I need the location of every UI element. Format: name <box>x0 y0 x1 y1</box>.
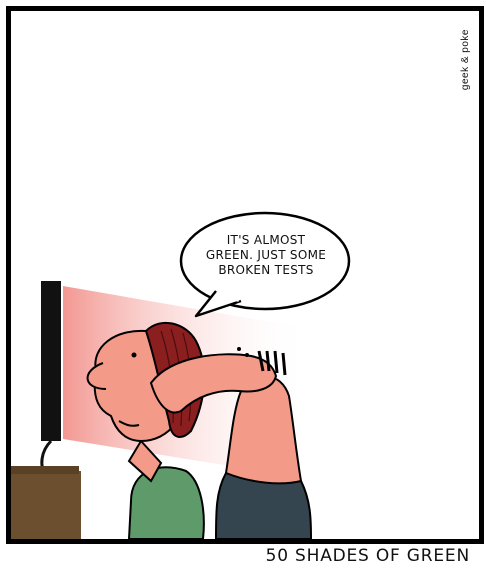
person-shirt <box>127 466 205 539</box>
comic-panel: geek & poke IT'S ALMOST GREEN. JUST SOME… <box>6 6 484 544</box>
comic-caption: 50 SHADES OF GREEN <box>265 546 470 566</box>
speech-bubble-text: IT'S ALMOST GREEN. JUST SOME BROKEN TEST… <box>205 233 327 277</box>
person-eye <box>131 352 137 358</box>
comic-page: geek & poke IT'S ALMOST GREEN. JUST SOME… <box>0 0 486 574</box>
monitor <box>41 281 61 441</box>
artist-credit: geek & poke <box>460 29 471 91</box>
desk-top <box>11 466 79 474</box>
desk <box>11 471 81 539</box>
